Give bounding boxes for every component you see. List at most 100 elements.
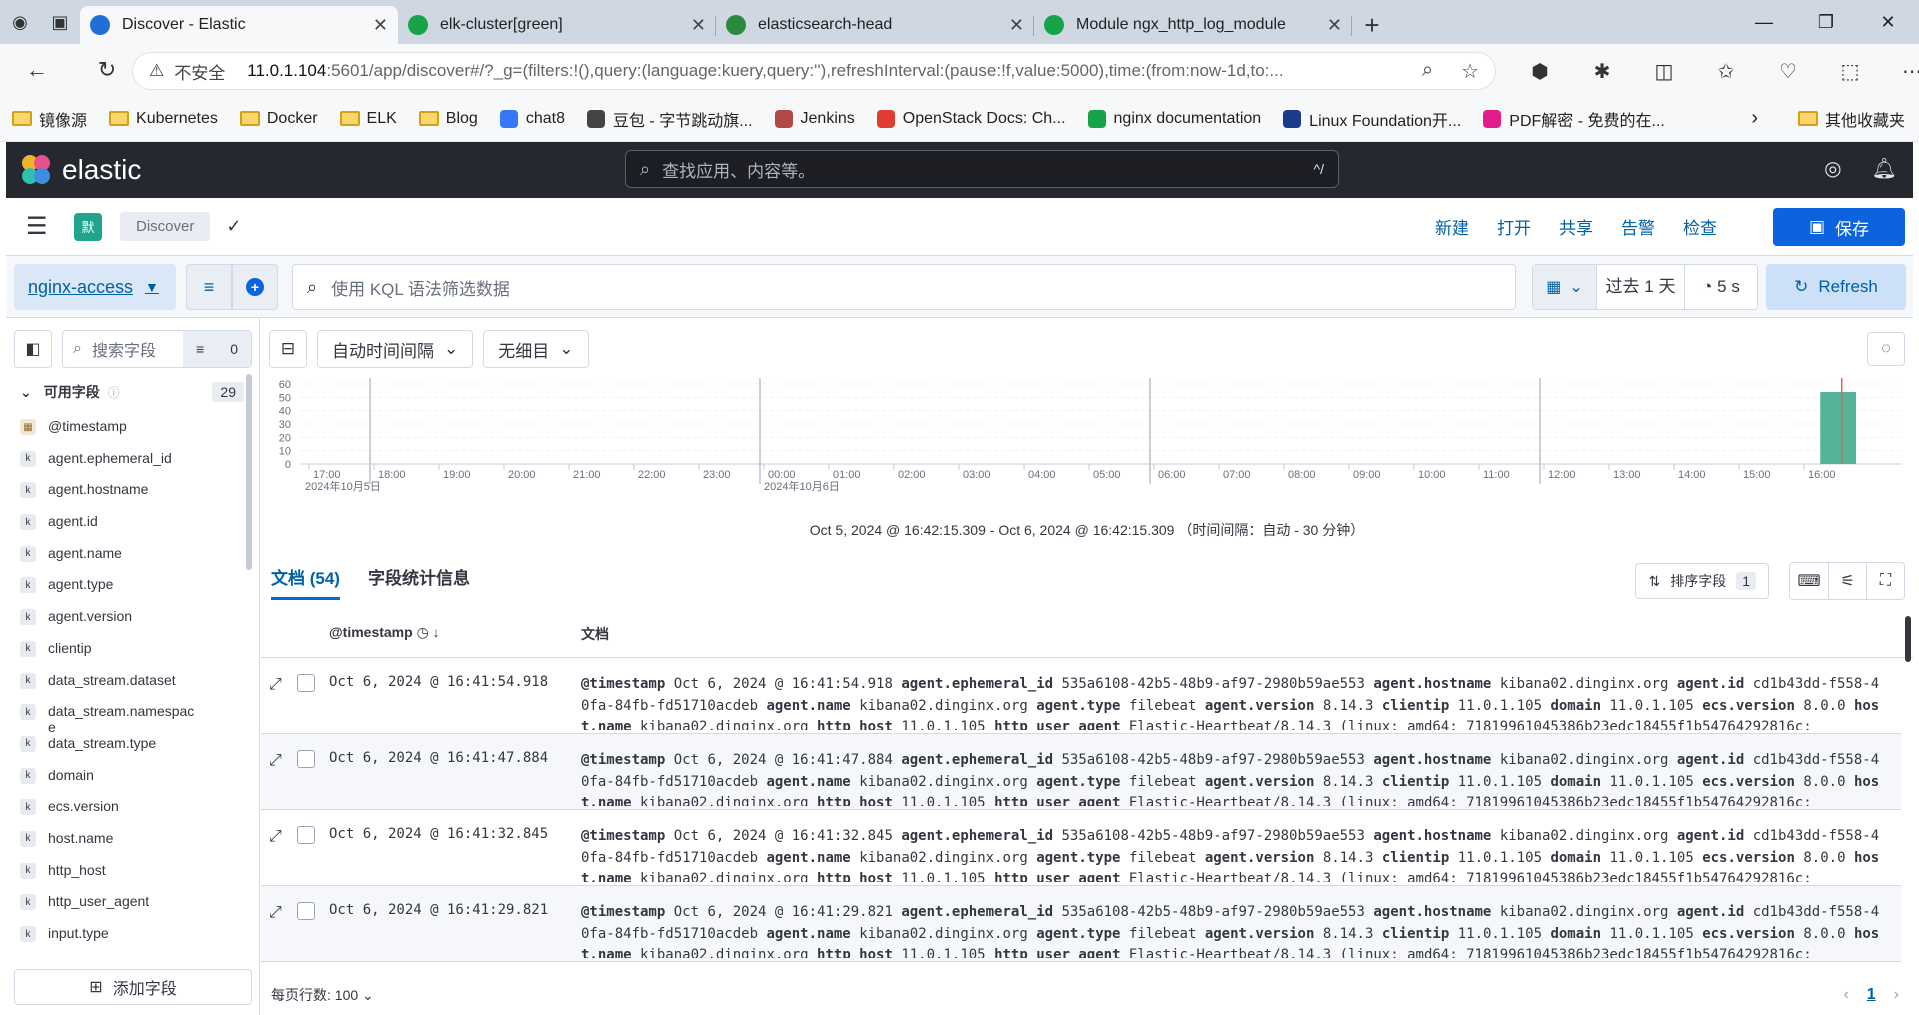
table-row[interactable]: ⤢ Oct 6, 2024 @ 16:41:47.884 @timestamp Oc… <box>261 734 1901 810</box>
tab-actions-icon[interactable]: ▣ <box>40 0 80 44</box>
bookmark-item[interactable]: Blog <box>418 110 478 128</box>
prev-page-icon[interactable]: ‹ <box>1843 986 1848 1004</box>
field-item[interactable]: k clientip <box>20 640 244 672</box>
global-search-input[interactable]: ⌕ 查找应用、内容等。 ^/ <box>625 150 1339 188</box>
reload-icon[interactable]: ↻ <box>84 57 130 83</box>
column-header-timestamp[interactable]: @timestamp ◷ ↓ <box>329 624 440 641</box>
performance-icon[interactable]: ♡ <box>1768 59 1808 84</box>
sidebar-scrollbar[interactable] <box>246 374 252 570</box>
add-filter-button[interactable]: + <box>232 264 278 310</box>
close-tab-icon[interactable]: ✕ <box>1009 15 1024 36</box>
fullscreen-icon[interactable]: ⛶ <box>1866 563 1904 599</box>
bookmark-item[interactable]: 豆包 - 字节跳动旗... <box>586 107 753 131</box>
field-item[interactable]: ▦ @timestamp <box>20 418 244 450</box>
favorite-star-icon[interactable]: ☆ <box>1461 59 1479 84</box>
field-item[interactable]: k agent.ephemeral_id <box>20 450 244 482</box>
next-page-icon[interactable]: › <box>1894 986 1899 1004</box>
extension-icon[interactable]: ⬢ <box>1520 59 1560 84</box>
grid-scrollbar[interactable] <box>1905 616 1911 662</box>
expand-row-icon[interactable]: ⤢ <box>269 904 282 922</box>
puzzle-icon[interactable]: ✱ <box>1582 59 1622 84</box>
browser-tab[interactable]: elk-cluster[green] ✕ <box>398 6 716 44</box>
more-menu-icon[interactable]: ⋯ <box>1892 59 1919 84</box>
chevron-right-icon[interactable]: › <box>1751 107 1758 130</box>
field-item[interactable]: k data_stream.dataset <box>20 672 244 704</box>
bookmark-item[interactable]: 镜像源 <box>12 107 87 131</box>
display-settings-icon[interactable]: ⚟ <box>1828 563 1866 599</box>
available-fields-header[interactable]: ⌄ 可用字段 ⓘ 29 <box>20 382 244 402</box>
new-link[interactable]: 新建 <box>1435 214 1469 239</box>
row-checkbox[interactable] <box>297 826 315 844</box>
profile-avatar-icon[interactable]: ◉ <box>0 0 40 44</box>
restore-icon[interactable]: ❐ <box>1795 12 1857 33</box>
field-item[interactable]: k agent.hostname <box>20 481 244 513</box>
column-header-document[interactable]: 文档 <box>581 624 609 644</box>
field-item[interactable]: k agent.name <box>20 545 244 577</box>
page-number[interactable]: 1 <box>1867 986 1876 1004</box>
zoom-icon[interactable]: ⌕ <box>1422 59 1433 84</box>
open-link[interactable]: 打开 <box>1497 214 1531 239</box>
bookmark-item[interactable]: Linux Foundation开... <box>1283 107 1461 131</box>
browser-tab[interactable]: Module ngx_http_log_module ✕ <box>1034 6 1352 44</box>
bookmark-item[interactable]: ELK <box>339 110 397 128</box>
close-tab-icon[interactable]: ✕ <box>691 15 706 36</box>
data-view-picker[interactable]: nginx-access ▼ <box>14 264 176 310</box>
field-item[interactable]: k data_stream.namespace <box>20 703 244 735</box>
browser-tab[interactable]: elasticsearch-head ✕ <box>716 6 1034 44</box>
field-filter-button[interactable]: ≡ 0 <box>183 331 251 367</box>
interval-select[interactable]: 自动时间间隔 ⌄ <box>317 330 474 368</box>
hamburger-menu-icon[interactable]: ☰ <box>26 212 56 241</box>
field-item[interactable]: k agent.type <box>20 576 244 608</box>
alerts-link[interactable]: 告警 <box>1621 214 1655 239</box>
table-row[interactable]: ⤢ Oct 6, 2024 @ 16:41:29.821 @timestamp Oc… <box>261 886 1901 962</box>
collapse-sidebar-button[interactable]: ◧ <box>14 330 52 368</box>
refresh-interval[interactable]: ◔ 5 s <box>1685 277 1757 297</box>
back-icon[interactable]: ← <box>14 57 60 83</box>
rows-per-page[interactable]: 每页行数: 100 ⌄ <box>271 985 374 1005</box>
breakdown-select[interactable]: 无细目 ⌄ <box>483 330 589 368</box>
bookmark-item[interactable]: Docker <box>239 110 318 128</box>
breadcrumb[interactable]: Discover <box>120 212 211 241</box>
field-item[interactable]: k data_stream.type <box>20 735 244 767</box>
bookmark-item[interactable]: chat8 <box>499 109 565 128</box>
field-item[interactable]: k agent.id <box>20 513 244 545</box>
bookmark-other-folder[interactable]: 其他收藏夹 <box>1797 107 1905 131</box>
expand-row-icon[interactable]: ⤢ <box>269 676 282 694</box>
field-item[interactable]: k host.name <box>20 830 244 862</box>
hide-chart-button[interactable]: ⊟ <box>269 330 307 368</box>
table-row[interactable]: ⤢ Oct 6, 2024 @ 16:41:32.845 @timestamp Oc… <box>261 810 1901 886</box>
expand-row-icon[interactable]: ⤢ <box>269 752 282 770</box>
sort-fields-button[interactable]: ⇅ 排序字段 1 <box>1635 563 1769 599</box>
save-button[interactable]: ▣ 保存 <box>1773 208 1905 246</box>
row-checkbox[interactable] <box>297 750 315 768</box>
keyboard-icon[interactable]: ⌨ <box>1790 563 1828 599</box>
row-checkbox[interactable] <box>297 674 315 692</box>
screenshot-icon[interactable]: ⬚ <box>1830 59 1870 84</box>
bookmark-item[interactable]: OpenStack Docs: Ch... <box>876 109 1066 128</box>
close-window-icon[interactable]: ✕ <box>1857 12 1919 33</box>
field-item[interactable]: k input.type <box>20 925 244 950</box>
time-range-label[interactable]: 过去 1 天 <box>1597 265 1685 309</box>
sort-desc-icon[interactable]: ↓ <box>433 624 440 640</box>
refresh-button[interactable]: ↻ Refresh <box>1766 264 1906 310</box>
bookmark-item[interactable]: nginx documentation <box>1087 109 1261 128</box>
split-screen-icon[interactable]: ◫ <box>1644 59 1684 84</box>
close-tab-icon[interactable]: ✕ <box>373 15 388 36</box>
bookmark-item[interactable]: PDF解密 - 免费的在... <box>1483 107 1665 131</box>
kql-search-input[interactable]: ⌕ 使用 KQL 语法筛选数据 <box>292 264 1516 310</box>
tab-field-statistics[interactable]: 字段统计信息 <box>368 564 470 600</box>
bookmark-item[interactable]: Jenkins <box>774 109 855 128</box>
add-field-button[interactable]: ⊞ 添加字段 <box>14 969 252 1005</box>
space-avatar[interactable]: 默 <box>74 212 102 241</box>
quick-menu-button[interactable]: ▦ ⌄ <box>1533 265 1597 309</box>
table-row[interactable]: ⤢Oct 6, 2024 @ 16:41:14.796@timestamp Oc… <box>261 962 1901 966</box>
expand-row-icon[interactable]: ⤢ <box>269 828 282 846</box>
inspect-link[interactable]: 检查 <box>1683 214 1717 239</box>
bookmark-item[interactable]: Kubernetes <box>109 110 218 128</box>
table-row[interactable]: ⤢ Oct 6, 2024 @ 16:41:54.918 @timestamp Oc… <box>261 658 1901 734</box>
ai-assistant-button[interactable]: ◌ <box>1867 332 1905 366</box>
field-item[interactable]: k http_user_agent <box>20 893 244 925</box>
elastic-logo[interactable]: elastic <box>22 154 141 186</box>
notifications-icon[interactable]: 🔔︎ <box>1872 156 1897 181</box>
tab-documents[interactable]: 文档 (54) <box>271 564 340 600</box>
